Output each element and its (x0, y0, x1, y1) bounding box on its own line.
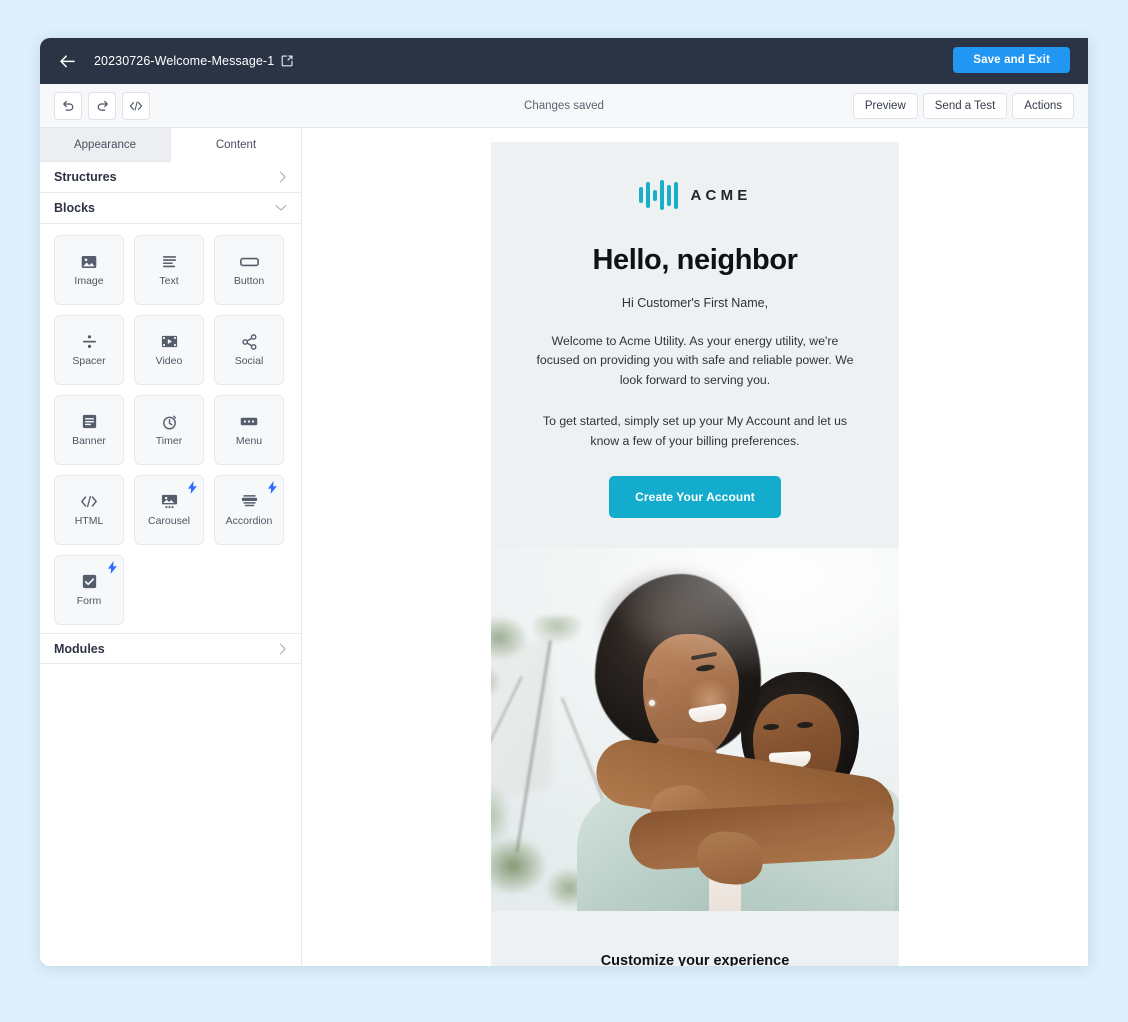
section-modules-label: Modules (54, 641, 105, 656)
menu-icon (240, 413, 258, 430)
banner-icon (82, 413, 97, 430)
video-icon (161, 333, 178, 350)
button-icon (239, 253, 259, 270)
section-structures[interactable]: Structures (40, 162, 301, 193)
section-blocks-label: Blocks (54, 201, 95, 215)
chevron-down-icon (275, 204, 287, 212)
save-and-exit-button[interactable]: Save and Exit (953, 47, 1070, 73)
rename-pencil-icon[interactable] (281, 55, 293, 67)
email-cta-wrapper: Create Your Account (491, 451, 899, 548)
block-tile-video[interactable]: Video (134, 315, 204, 385)
email-paragraph-1: Welcome to Acme Utility. As your energy … (536, 334, 854, 387)
email-document: ACME Hello, neighbor Hi Customer's First… (491, 142, 899, 966)
block-label: Spacer (72, 355, 106, 368)
acme-soundbars-logo-icon (638, 180, 678, 210)
blocks-palette: Image Text Button Spacer Video Social Ba… (40, 224, 301, 633)
form-checkbox-icon (82, 573, 97, 590)
content-sidebar: Appearance Content Structures Blocks Ima… (40, 128, 302, 966)
spacer-icon (82, 333, 97, 350)
block-tile-form[interactable]: Form (54, 555, 124, 625)
email-greeting: Hi Customer's First Name, (621, 296, 769, 310)
block-tile-button[interactable]: Button (214, 235, 284, 305)
chevron-right-icon (279, 171, 287, 183)
editor-toolbar: Changes saved Preview Send a Test Action… (40, 84, 1088, 128)
block-label: Timer (155, 435, 183, 448)
create-your-account-button[interactable]: Create Your Account (609, 476, 781, 519)
back-arrow-icon[interactable] (56, 50, 78, 72)
section-blocks[interactable]: Blocks (40, 193, 301, 224)
block-tile-menu[interactable]: Menu (214, 395, 284, 465)
text-lines-icon (162, 253, 177, 270)
chevron-right-icon (279, 643, 287, 655)
preview-button[interactable]: Preview (852, 92, 918, 119)
editor-workspace: Appearance Content Structures Blocks Ima… (40, 128, 1088, 966)
block-tile-accordion[interactable]: Accordion (214, 475, 284, 545)
block-tile-html[interactable]: HTML (54, 475, 124, 545)
brand-wordmark: ACME (690, 186, 752, 204)
block-label: Social (234, 355, 264, 368)
block-label: HTML (74, 515, 104, 528)
block-tile-banner[interactable]: Banner (54, 395, 124, 465)
block-label: Text (159, 275, 179, 288)
block-label: Accordion (225, 515, 273, 528)
history-controls (54, 91, 150, 120)
share-icon (241, 333, 257, 350)
sidebar-empty-space (40, 664, 301, 966)
lightning-bolt-icon (268, 481, 277, 497)
block-tile-carousel[interactable]: Carousel (134, 475, 204, 545)
photo-woman-ear (643, 678, 659, 701)
block-tile-social[interactable]: Social (214, 315, 284, 385)
email-paragraph-2: To get started, simply set up your My Ac… (542, 414, 848, 448)
block-tile-spacer[interactable]: Spacer (54, 315, 124, 385)
timer-icon (162, 413, 177, 430)
send-a-test-button[interactable]: Send a Test (922, 92, 1008, 119)
actions-button[interactable]: Actions (1012, 92, 1074, 119)
carousel-icon (161, 493, 178, 510)
block-label: Video (155, 355, 183, 368)
blocks-grid: Image Text Button Spacer Video Social Ba… (40, 235, 301, 625)
section-modules[interactable]: Modules (40, 633, 301, 664)
block-label: Menu (235, 435, 263, 448)
redo-icon[interactable] (88, 91, 116, 120)
document-title: 20230726-Welcome-Message-1 (94, 54, 275, 68)
email-canvas[interactable]: ACME Hello, neighbor Hi Customer's First… (302, 128, 1088, 966)
block-label: Button (233, 275, 265, 288)
email-editor-window: 20230726-Welcome-Message-1 Save and Exit (40, 38, 1088, 966)
block-label: Image (74, 275, 104, 288)
email-headline: Hello, neighbor (592, 244, 798, 276)
block-label: Banner (72, 435, 106, 448)
tab-content[interactable]: Content (171, 128, 301, 162)
code-brackets-icon (80, 493, 98, 510)
block-tile-image[interactable]: Image (54, 235, 124, 305)
block-label: Form (76, 595, 102, 608)
email-logo-row: ACME (491, 142, 899, 244)
block-tile-timer[interactable]: Timer (134, 395, 204, 465)
lightning-bolt-icon (188, 481, 197, 497)
lightning-bolt-icon (108, 561, 117, 577)
toolbar-actions: Preview Send a Test Actions (852, 92, 1074, 119)
sidebar-tabs: Appearance Content (40, 128, 301, 162)
accordion-icon (241, 493, 258, 510)
block-tile-text[interactable]: Text (134, 235, 204, 305)
block-label: Carousel (147, 515, 191, 528)
email-closing-heading: Customize your experience (600, 953, 790, 966)
image-icon (81, 253, 97, 270)
hero-photo (491, 548, 899, 912)
tab-appearance[interactable]: Appearance (40, 128, 171, 162)
window-titlebar: 20230726-Welcome-Message-1 Save and Exit (40, 38, 1088, 84)
section-structures-label: Structures (54, 170, 117, 184)
view-source-icon[interactable] (122, 91, 150, 120)
undo-icon[interactable] (54, 91, 82, 120)
